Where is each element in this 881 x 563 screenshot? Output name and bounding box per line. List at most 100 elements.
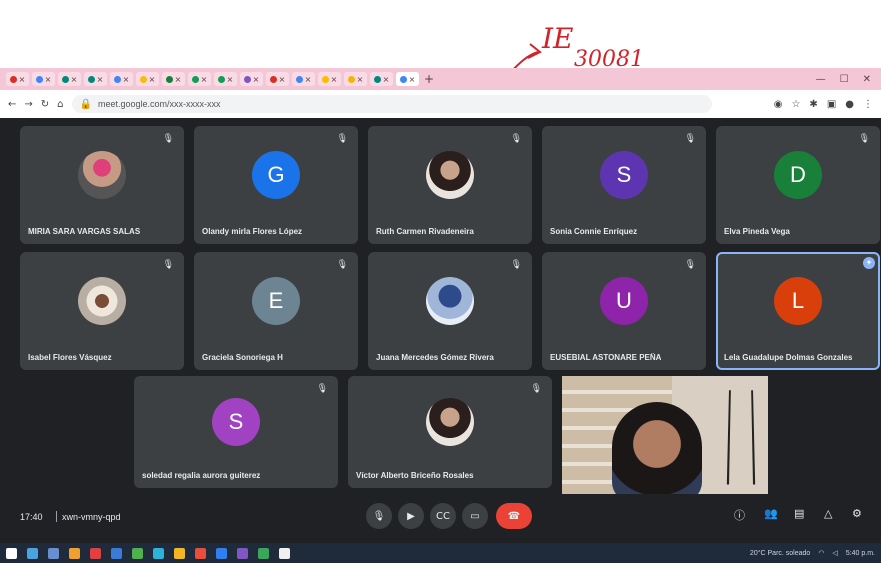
taskbar-app-icon[interactable] (216, 547, 227, 559)
browser-tab-drive[interactable]: × (136, 72, 159, 86)
participant-tile[interactable]: G 🎙 Olandy mirla Flores López (194, 126, 358, 244)
participant-tile[interactable]: D 🎙 Elva Pineda Vega (716, 126, 880, 244)
browser-tab-classroom[interactable]: × (162, 72, 185, 86)
activities-icon[interactable]: △ (824, 507, 832, 520)
browser-tab-doc[interactable]: × (396, 72, 419, 86)
browser-tab-meet[interactable]: × (84, 72, 107, 86)
tab-close-icon[interactable]: × (331, 75, 338, 84)
tab-close-icon[interactable]: × (123, 75, 130, 84)
tab-close-icon[interactable]: × (305, 75, 312, 84)
doc-icon (295, 75, 303, 83)
participant-tile[interactable]: L ✦ Lela Guadalupe Dolmas Gonzales (716, 252, 880, 370)
extensions-icon[interactable]: ✱ (809, 99, 817, 110)
weather-text[interactable]: 20°C Parc. soleado (750, 550, 810, 557)
taskbar-app-icon[interactable] (48, 547, 59, 559)
camera-icon[interactable]: ◉ (774, 99, 783, 110)
address-url[interactable]: meet.google.com/xxx-xxxx-xxx (98, 99, 221, 109)
participant-avatar (78, 151, 126, 199)
browser-tab-doc[interactable]: × (292, 72, 315, 86)
chat-icon[interactable]: ▤ (794, 507, 804, 520)
maximize-icon[interactable]: ☐ (840, 74, 849, 85)
close-icon[interactable]: ✕ (863, 74, 871, 85)
participant-tile[interactable]: E 🎙 Graciela Sonoriega H (194, 252, 358, 370)
participant-tile[interactable]: 🎙 Juana Mercedes Gómez Rivera (368, 252, 532, 370)
taskbar-app-icon[interactable] (27, 547, 38, 559)
taskbar-app-icon[interactable] (132, 547, 143, 559)
tab-close-icon[interactable]: × (45, 75, 52, 84)
bookmark-star-icon[interactable]: ☆ (791, 99, 800, 110)
browser-tab-sheet[interactable]: × (214, 72, 237, 86)
browser-tab-doc[interactable]: × (110, 72, 133, 86)
taskbar-app-icon[interactable] (258, 547, 269, 559)
taskbar-app-icon[interactable] (279, 547, 290, 559)
leave-call-button[interactable]: ☎ (496, 503, 532, 529)
pin-icon[interactable]: ✦ (863, 257, 875, 269)
taskbar-app-icon[interactable] (90, 547, 101, 559)
annotation-arrowhead (527, 43, 542, 59)
browser-tab-slides[interactable]: × (344, 72, 367, 86)
participant-tile[interactable]: S 🎙 soledad regalia aurora guiterez (134, 376, 338, 488)
meeting-time: 17:40 (20, 512, 43, 522)
tab-close-icon[interactable]: × (19, 75, 26, 84)
participant-name: Juana Mercedes Gómez Rivera (376, 353, 494, 362)
forward-arrow-icon[interactable]: → (24, 99, 32, 110)
taskbar-app-icon[interactable] (69, 547, 80, 559)
camera-button[interactable]: ▶ (398, 503, 424, 529)
participant-tile[interactable]: S 🎙 Sonia Connie Enríquez (542, 126, 706, 244)
tab-close-icon[interactable]: × (97, 75, 104, 84)
tab-close-icon[interactable]: × (279, 75, 286, 84)
taskbar-app-icon[interactable] (153, 547, 164, 559)
taskbar-app-icon[interactable] (195, 547, 206, 559)
participant-avatar (426, 398, 474, 446)
browser-tab-mail[interactable]: × (6, 72, 29, 86)
present-button[interactable]: ▭ (462, 503, 488, 529)
home-icon[interactable]: ⌂ (57, 99, 63, 110)
tab-close-icon[interactable]: × (383, 75, 390, 84)
browser-tab-forms[interactable]: × (240, 72, 263, 86)
wifi-icon[interactable]: ◠ (818, 549, 824, 557)
people-icon[interactable]: 👥 (764, 507, 778, 520)
participant-tile[interactable]: 🎙 Ruth Carmen Rivadeneira (368, 126, 532, 244)
captions-button[interactable]: CC (430, 503, 456, 529)
tab-close-icon[interactable]: × (227, 75, 234, 84)
browser-tab-doc[interactable]: × (32, 72, 55, 86)
tab-close-icon[interactable]: × (357, 75, 364, 84)
participant-tile[interactable]: 🎙 Isabel Flores Vásquez (20, 252, 184, 370)
info-icon[interactable]: ⓘ (734, 507, 745, 523)
taskbar-app-icon[interactable] (111, 547, 122, 559)
tab-close-icon[interactable]: × (253, 75, 260, 84)
mic-muted-icon: 🎙 (336, 260, 348, 270)
self-view-video[interactable] (562, 376, 768, 494)
tab-close-icon[interactable]: × (71, 75, 78, 84)
participant-tile[interactable]: U 🎙 EUSEBIAL ASTONARE PEÑA (542, 252, 706, 370)
taskbar-clock[interactable]: 5:40 p.m. (846, 550, 875, 557)
minimize-icon[interactable]: — (816, 74, 826, 85)
host-controls-icon[interactable]: ⚙ (852, 507, 862, 520)
browser-tab-meet[interactable]: × (370, 72, 393, 86)
tab-close-icon[interactable]: × (201, 75, 208, 84)
participant-name: Elva Pineda Vega (724, 227, 790, 236)
tab-close-icon[interactable]: × (149, 75, 156, 84)
browser-tab-meet[interactable]: × (58, 72, 81, 86)
sidebar-icon[interactable]: ▣ (827, 99, 836, 110)
browser-tab-mail[interactable]: × (266, 72, 289, 86)
volume-icon[interactable]: ◁ (832, 549, 837, 557)
reload-icon[interactable]: ↻ (41, 99, 49, 110)
participant-tile[interactable]: 🎙 Víctor Alberto Briceño Rosales (348, 376, 552, 488)
participant-name: Olandy mirla Flores López (202, 227, 303, 236)
back-arrow-icon[interactable]: ← (8, 99, 16, 110)
participant-tile[interactable]: 🎙 MIRIA SARA VARGAS SALAS (20, 126, 184, 244)
tab-close-icon[interactable]: × (409, 75, 416, 84)
browser-tab-sheet[interactable]: × (188, 72, 211, 86)
profile-avatar[interactable]: ● (845, 99, 854, 110)
new-tab-button[interactable]: + (422, 72, 436, 86)
start-menu-icon[interactable] (6, 547, 17, 559)
taskbar-app-icon[interactable] (237, 547, 248, 559)
menu-icon[interactable]: ⋮ (863, 99, 873, 110)
browser-tab-drive[interactable]: × (318, 72, 341, 86)
taskbar-app-icon[interactable] (174, 547, 185, 559)
meet-icon (373, 75, 381, 83)
mic-button[interactable]: 🎙 (366, 503, 392, 529)
tab-close-icon[interactable]: × (175, 75, 182, 84)
address-bar[interactable]: 🔒 meet.google.com/xxx-xxxx-xxx (71, 95, 712, 113)
